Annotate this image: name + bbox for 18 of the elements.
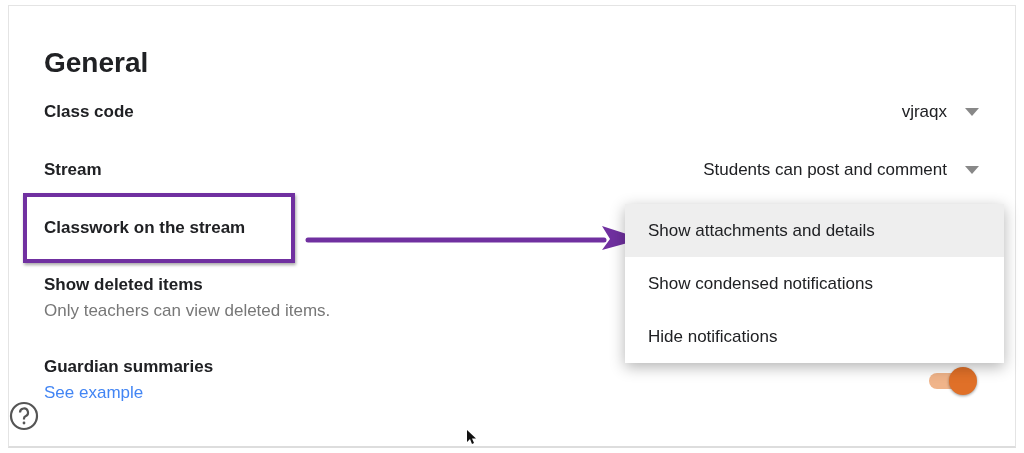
caret-icon [965, 108, 979, 116]
setting-label: Show deleted items [44, 275, 204, 295]
setting-description: Only teachers can view deleted items. [44, 301, 331, 321]
setting-label: Classwork on the stream [44, 218, 246, 238]
section-title: General [44, 46, 150, 80]
toggle-switch[interactable] [927, 365, 979, 395]
help-icon[interactable] [9, 401, 39, 431]
dropdown[interactable]: Students can post and comment [703, 160, 979, 180]
setting-label: Stream [44, 160, 102, 180]
see-example-link[interactable]: See example [44, 383, 214, 403]
dropdown[interactable]: vjraqx [901, 102, 979, 122]
menu-item[interactable]: Show attachments and details [625, 204, 1004, 257]
menu-item[interactable]: Hide notifications [625, 310, 1004, 363]
caret-icon [965, 166, 979, 174]
setting-label: Guardian summaries [44, 357, 214, 377]
menu-item[interactable]: Show condensed notifications [625, 257, 1004, 310]
setting-label: Class code [44, 102, 134, 122]
cursor-icon [467, 430, 477, 445]
